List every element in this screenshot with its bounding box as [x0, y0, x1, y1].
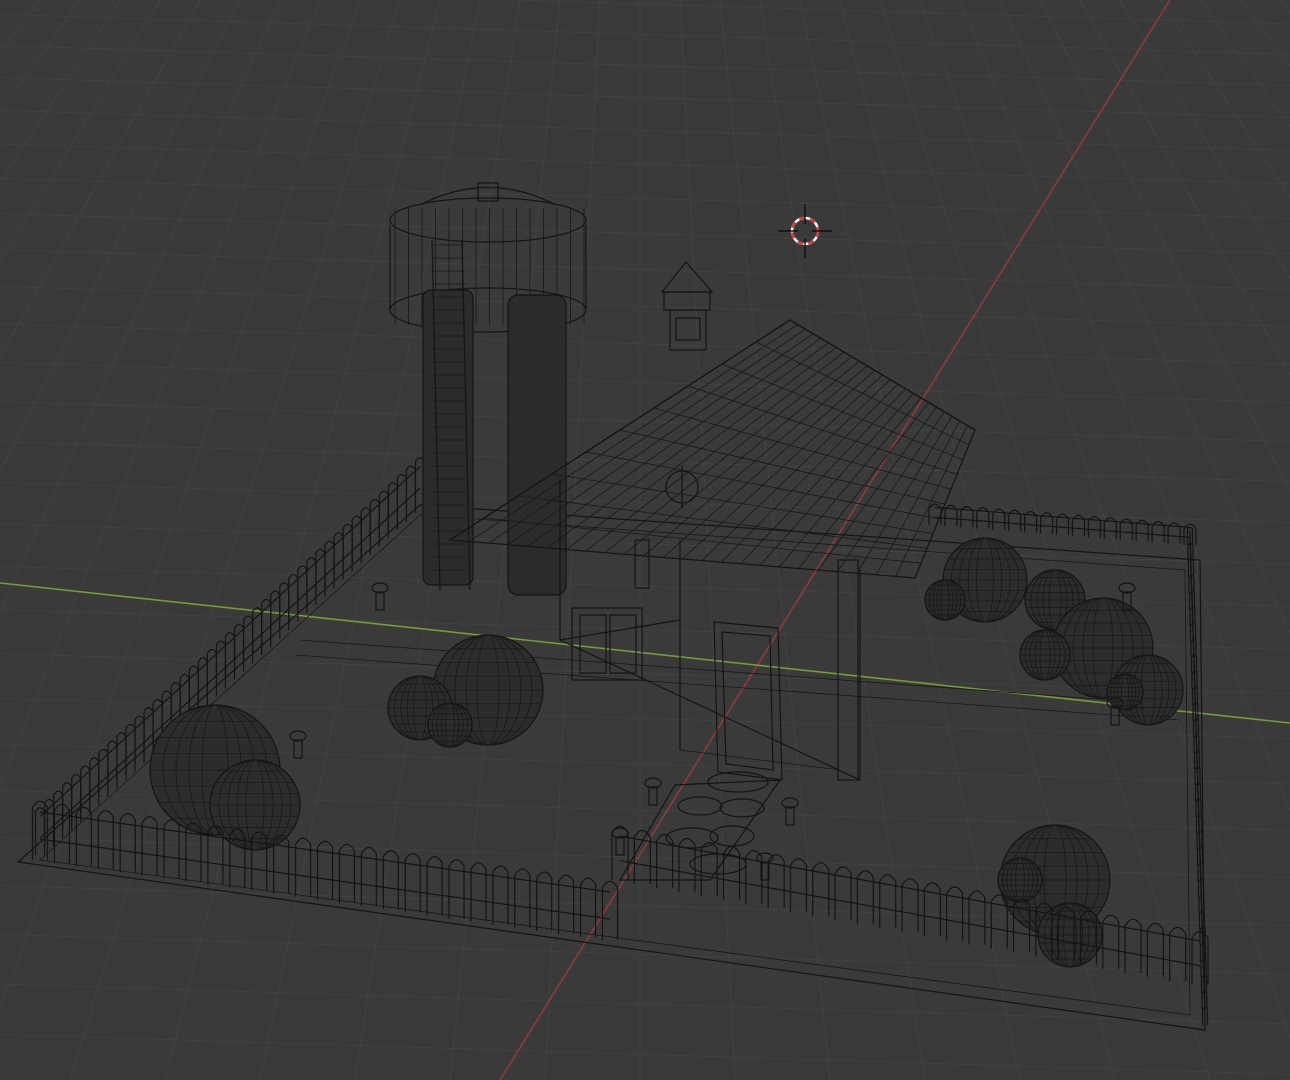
- fence-front-left[interactable]: [31, 800, 619, 940]
- scene-canvas[interactable]: [0, 0, 1290, 1080]
- stone-path[interactable]: [618, 771, 782, 881]
- water-tower[interactable]: [389, 182, 587, 596]
- crosshair-cursor-icon[interactable]: [778, 204, 832, 258]
- fence-back-right[interactable]: [928, 503, 1197, 545]
- fence-front-right[interactable]: [611, 825, 1209, 985]
- 3d-viewport[interactable]: [0, 0, 1290, 1080]
- cupola[interactable]: [660, 261, 714, 351]
